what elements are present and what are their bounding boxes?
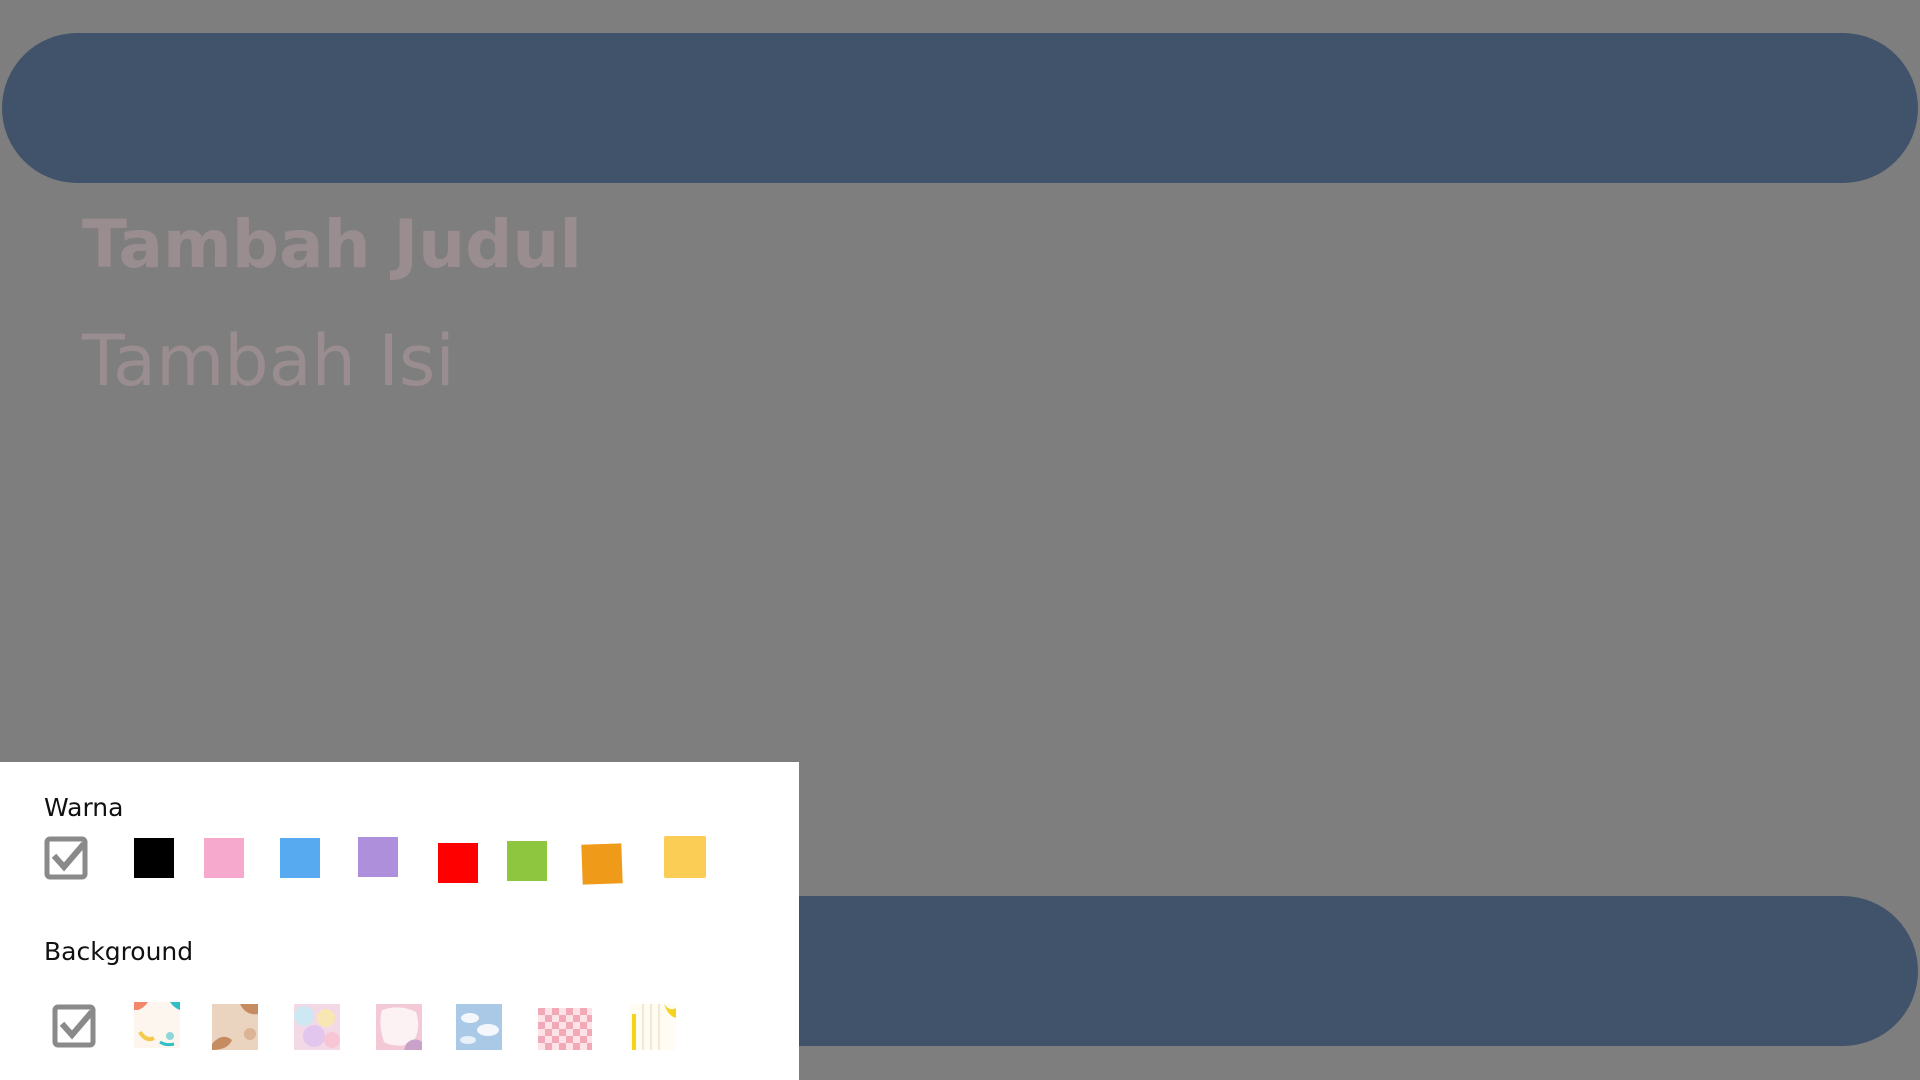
background-thumb-pastel-watercolor[interactable] xyxy=(294,1004,340,1050)
checkbox-checked-icon xyxy=(52,1004,96,1048)
pink-blob-pattern-icon xyxy=(376,1004,422,1050)
brown-blobs-pattern-icon xyxy=(212,1004,258,1050)
pink-checker-pattern-icon xyxy=(538,1008,592,1050)
color-swatch-black[interactable] xyxy=(134,838,174,878)
background-thumb-brown-blobs[interactable] xyxy=(212,1004,258,1050)
sky-clouds-pattern-icon xyxy=(456,1004,502,1050)
color-swatch-yellow[interactable] xyxy=(664,836,706,878)
background-thumb-confetti[interactable] xyxy=(134,1002,180,1048)
color-swatch-pink[interactable] xyxy=(204,838,244,878)
color-section-label: Warna xyxy=(44,793,124,822)
color-swatch-purple[interactable] xyxy=(358,837,398,877)
confetti-pattern-icon xyxy=(134,1002,180,1048)
background-thumb-pink-checker[interactable] xyxy=(538,1008,592,1050)
slide-title[interactable]: Tambah Judul xyxy=(82,206,582,283)
background-thumb-pink-blob[interactable] xyxy=(376,1004,422,1050)
color-swatch-red[interactable] xyxy=(438,843,478,883)
top-banner-bar xyxy=(2,33,1918,183)
pastel-watercolor-pattern-icon xyxy=(294,1004,340,1050)
background-thumb-yellow-stripes[interactable] xyxy=(630,1004,676,1050)
yellow-stripes-pattern-icon xyxy=(630,1004,676,1050)
checkbox-checked-icon xyxy=(44,836,88,880)
color-swatch-green[interactable] xyxy=(507,841,547,881)
slide-body[interactable]: Tambah Isi xyxy=(82,320,455,402)
background-thumb-sky-clouds[interactable] xyxy=(456,1004,502,1050)
background-default-checkbox[interactable] xyxy=(52,1004,96,1048)
background-section-label: Background xyxy=(44,937,194,966)
color-swatch-blue[interactable] xyxy=(280,838,320,878)
color-swatch-orange[interactable] xyxy=(581,843,623,885)
color-default-checkbox[interactable] xyxy=(44,836,88,880)
